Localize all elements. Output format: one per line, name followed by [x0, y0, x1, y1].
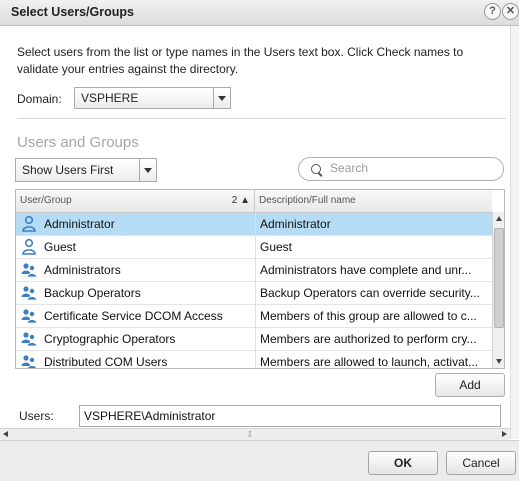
search-box[interactable] [298, 157, 504, 181]
group-icon [20, 307, 38, 325]
row-name: Administrator [44, 217, 115, 231]
scrollbar-thumb[interactable] [494, 228, 504, 328]
row-description: Members of this group are allowed to c..… [260, 309, 477, 323]
cancel-button[interactable]: Cancel [446, 451, 516, 475]
row-description: Backup Operators can override security..… [260, 286, 480, 300]
table-row[interactable]: Certificate Service DCOM Access Members … [16, 305, 492, 328]
users-label: Users: [19, 409, 54, 423]
column-divider [255, 351, 256, 368]
table-row[interactable]: Administrators Administrators have compl… [16, 259, 492, 282]
dialog-footer: OK Cancel [0, 440, 519, 481]
title-bar: Select Users/Groups ? ✕ [0, 0, 519, 26]
help-icon[interactable]: ? [484, 3, 501, 20]
table-row[interactable]: Backup Operators Backup Operators can ov… [16, 282, 492, 305]
users-groups-grid: User/Group 2 ▲ Description/Full name Adm… [15, 189, 505, 369]
row-name: Cryptographic Operators [44, 332, 176, 346]
row-name: Administrators [44, 263, 121, 277]
table-row[interactable]: Cryptographic Operators Members are auth… [16, 328, 492, 351]
row-name-cell: Administrators [20, 259, 255, 282]
row-name-cell: Certificate Service DCOM Access [20, 305, 255, 328]
show-filter-value: Show Users First [22, 163, 114, 177]
search-input[interactable] [330, 161, 490, 175]
group-icon [20, 353, 38, 368]
column-divider [255, 236, 256, 259]
column-divider [255, 328, 256, 351]
row-name: Distributed COM Users [44, 355, 168, 369]
divider [17, 118, 506, 119]
row-description: Administrator [260, 217, 331, 231]
row-name-cell: Backup Operators [20, 282, 255, 305]
sort-ascending-icon: 2 ▲ [231, 195, 250, 206]
group-icon [20, 284, 38, 302]
row-name-cell: Administrator [20, 213, 255, 236]
column-divider [255, 305, 256, 328]
domain-value: VSPHERE [81, 91, 139, 105]
users-field[interactable] [79, 405, 501, 427]
group-icon [20, 330, 38, 348]
row-name: Certificate Service DCOM Access [44, 309, 223, 323]
user-icon [20, 238, 38, 256]
scroll-up-icon[interactable] [493, 212, 504, 225]
scroll-down-icon[interactable] [493, 355, 504, 368]
grid-header: User/Group 2 ▲ Description/Full name [16, 190, 492, 213]
column-divider [255, 259, 256, 282]
row-name: Backup Operators [44, 286, 141, 300]
grid-vertical-scrollbar[interactable] [492, 212, 504, 368]
row-description: Members are allowed to launch, activat..… [260, 355, 479, 369]
section-title: Users and Groups [17, 134, 139, 151]
row-name-cell: Guest [20, 236, 255, 259]
show-filter-dropdown[interactable]: Show Users First [15, 158, 157, 182]
row-name-cell: Cryptographic Operators [20, 328, 255, 351]
table-row[interactable]: Guest Guest [16, 236, 492, 259]
column-header-user-group[interactable]: User/Group 2 ▲ [16, 190, 255, 212]
domain-dropdown[interactable]: VSPHERE [74, 87, 231, 109]
column-header-description-label: Description/Full name [259, 195, 356, 206]
add-button[interactable]: Add [435, 373, 505, 397]
table-row[interactable]: Administrator Administrator [16, 213, 492, 236]
domain-label: Domain: [17, 92, 62, 106]
row-name: Guest [44, 240, 77, 254]
select-users-dialog: Select Users/Groups ? ✕ Select users fro… [0, 0, 519, 481]
user-icon [20, 215, 38, 233]
dialog-title: Select Users/Groups [11, 5, 134, 19]
table-row[interactable]: Distributed COM Users Members are allowe… [16, 351, 492, 369]
ok-button[interactable]: OK [368, 451, 438, 475]
row-description: Guest [260, 240, 293, 254]
row-name-cell: Distributed COM Users [20, 351, 255, 369]
column-divider [255, 213, 256, 236]
resize-grip-icon[interactable]: ⁞⁞ [248, 430, 252, 439]
search-icon [311, 164, 321, 174]
column-header-description[interactable]: Description/Full name [255, 190, 492, 212]
chevron-down-icon[interactable] [213, 88, 230, 108]
dialog-vertical-scrollbar[interactable] [510, 26, 519, 439]
column-header-user-group-label: User/Group [20, 195, 72, 206]
column-divider [255, 282, 256, 305]
close-icon[interactable]: ✕ [502, 3, 519, 20]
instructions-text: Select users from the list or type names… [17, 45, 464, 76]
row-description: Members are authorized to perform cry... [260, 332, 477, 346]
chevron-down-icon[interactable] [139, 159, 156, 181]
row-description: Administrators have complete and unr... [260, 263, 472, 277]
group-icon [20, 261, 38, 279]
